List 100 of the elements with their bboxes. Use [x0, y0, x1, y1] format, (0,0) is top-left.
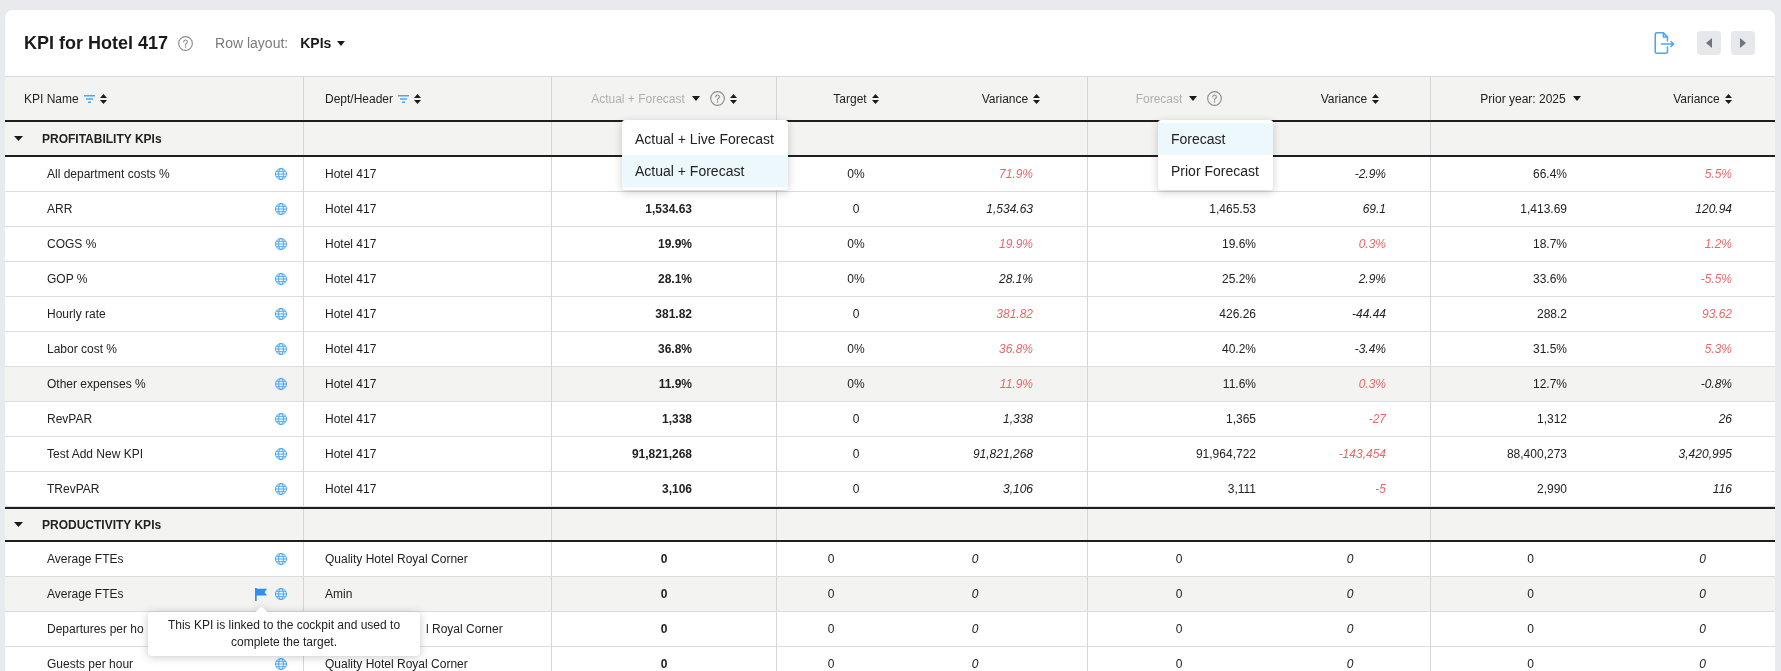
sort-icon[interactable] [99, 93, 107, 104]
prior-year-value: 1,312 [1536, 412, 1567, 426]
section-row[interactable]: PRODUCTIVITY KPIs [5, 507, 1775, 542]
column-header[interactable]: Dept/Header [325, 91, 394, 106]
globe-icon [275, 553, 287, 565]
prior-year-value: 1,413.69 [1520, 202, 1567, 216]
column-dropdown[interactable]: Prior year: 2025 [1480, 91, 1581, 106]
target-value: 0 [852, 202, 860, 216]
kpi-name: Hourly rate [47, 307, 106, 321]
column-header[interactable]: KPI Name [24, 91, 79, 106]
kpi-name: ARR [47, 202, 73, 216]
globe-icon [275, 588, 287, 600]
variance-value: 19.9% [998, 237, 1033, 251]
kpi-name: Test Add New KPI [47, 447, 144, 461]
target-value: 0% [847, 272, 865, 286]
department-name: Quality Hotel Royal Corner [325, 552, 468, 566]
variance-value: 0 [1699, 622, 1706, 636]
kpi-name: Labor cost % [47, 342, 118, 356]
actual-value: 1,534.63 [645, 202, 692, 216]
sort-icon[interactable] [1372, 93, 1380, 104]
kpi-name: GOP % [47, 272, 88, 286]
actual-value: 11.9% [658, 377, 692, 391]
kpi-name: RevPAR [47, 412, 93, 426]
target-value: 0 [827, 657, 835, 671]
prior-year-value: 2,990 [1536, 482, 1567, 496]
variance-value: 1,534.63 [986, 202, 1033, 216]
target-value: 0 [852, 307, 860, 321]
globe-icon [275, 658, 287, 670]
prior-year-value: 31.5% [1532, 342, 1567, 356]
kpi-name: Departures per ho [47, 622, 144, 636]
target-value: 0 [852, 482, 860, 496]
forecast-value: 91,964,722 [1195, 447, 1256, 461]
globe-icon [275, 203, 287, 215]
variance-value: -0.8% [1700, 377, 1732, 391]
caret-icon [1572, 96, 1581, 101]
actual-value: 381.82 [655, 307, 692, 321]
target-value: 0 [852, 447, 860, 461]
forecast-value: 0 [1175, 622, 1183, 636]
help-icon[interactable] [1207, 91, 1223, 106]
variance-value: -44.44 [1351, 307, 1386, 321]
menu-item[interactable]: Prior Forecast [1158, 155, 1273, 187]
field-label: Row layout: [215, 35, 289, 51]
forecast-value: 40.2% [1221, 342, 1256, 356]
department-name: Hotel 417 [325, 237, 377, 251]
kpi-name: All department costs % [47, 167, 170, 181]
department-name: Hotel 417 [325, 307, 377, 321]
kpi-name: Average FTEs [47, 587, 124, 601]
variance-value: 5.3% [1704, 342, 1732, 356]
variance-value: 381.82 [996, 307, 1033, 321]
actual-value: 1,338 [661, 412, 692, 426]
layout-dropdown[interactable]: KPIs [300, 35, 346, 51]
variance-value: 116 [1712, 482, 1732, 496]
target-value: 0 [827, 622, 835, 636]
variance-value: 3,420,995 [1678, 447, 1732, 461]
variance-value: 120.94 [1695, 202, 1732, 216]
previous-button[interactable] [1697, 31, 1721, 55]
column-header[interactable]: Variance [1673, 91, 1720, 106]
actual-value: 3,106 [661, 482, 692, 496]
variance-value: 69.1 [1362, 202, 1386, 216]
globe-icon [275, 378, 287, 390]
document-arrow-icon[interactable] [1654, 32, 1675, 54]
next-button[interactable] [1731, 31, 1755, 55]
sort-icon[interactable] [414, 93, 422, 104]
variance-value: 0 [1699, 552, 1706, 566]
column-header[interactable]: Variance [981, 91, 1029, 106]
variance-value: 0.3% [1358, 377, 1386, 391]
variance-value: 2.9% [1358, 272, 1386, 286]
sort-icon[interactable] [1724, 93, 1732, 104]
forecast-value: 19.6% [1221, 237, 1256, 251]
forecast-value: 3,111 [1227, 482, 1256, 496]
variance-value: 93.62 [1701, 307, 1732, 321]
caret-icon[interactable] [14, 136, 23, 141]
target-value: 0 [827, 552, 835, 566]
prior-year-value: 18.7% [1532, 237, 1567, 251]
help-icon[interactable] [178, 35, 194, 51]
department-name: Hotel 417 [325, 202, 377, 216]
prior-year-value: 12.7% [1532, 377, 1567, 391]
menu-item[interactable]: Actual + Live Forecast [622, 123, 788, 155]
column-header[interactable]: Target [833, 91, 867, 106]
sort-icon[interactable] [871, 93, 879, 104]
variance-value: 0 [971, 622, 979, 636]
forecast-value: 426.26 [1219, 307, 1256, 321]
caret-icon[interactable] [14, 522, 23, 527]
target-value: 0% [847, 167, 865, 181]
menu-item[interactable]: Forecast [1158, 123, 1273, 155]
department-name: Hotel 417 [325, 482, 377, 496]
page-title: KPI for Hotel 417 [24, 32, 169, 54]
sort-icon[interactable] [1033, 93, 1041, 104]
sort-icon[interactable] [729, 93, 737, 104]
department-name: Hotel 417 [325, 412, 377, 426]
globe-icon [275, 448, 287, 460]
variance-value: 5.5% [1704, 167, 1732, 181]
actual-value: 0 [660, 552, 668, 566]
department-name: Hotel 417 [325, 167, 377, 181]
target-value: 0 [827, 587, 835, 601]
department-name: Amin [325, 587, 353, 601]
forecast-value: 11.6% [1222, 377, 1256, 391]
menu-item[interactable]: Actual + Forecast [622, 155, 788, 187]
column-header[interactable]: Variance [1320, 91, 1368, 106]
variance-value: 1.2% [1704, 237, 1732, 251]
